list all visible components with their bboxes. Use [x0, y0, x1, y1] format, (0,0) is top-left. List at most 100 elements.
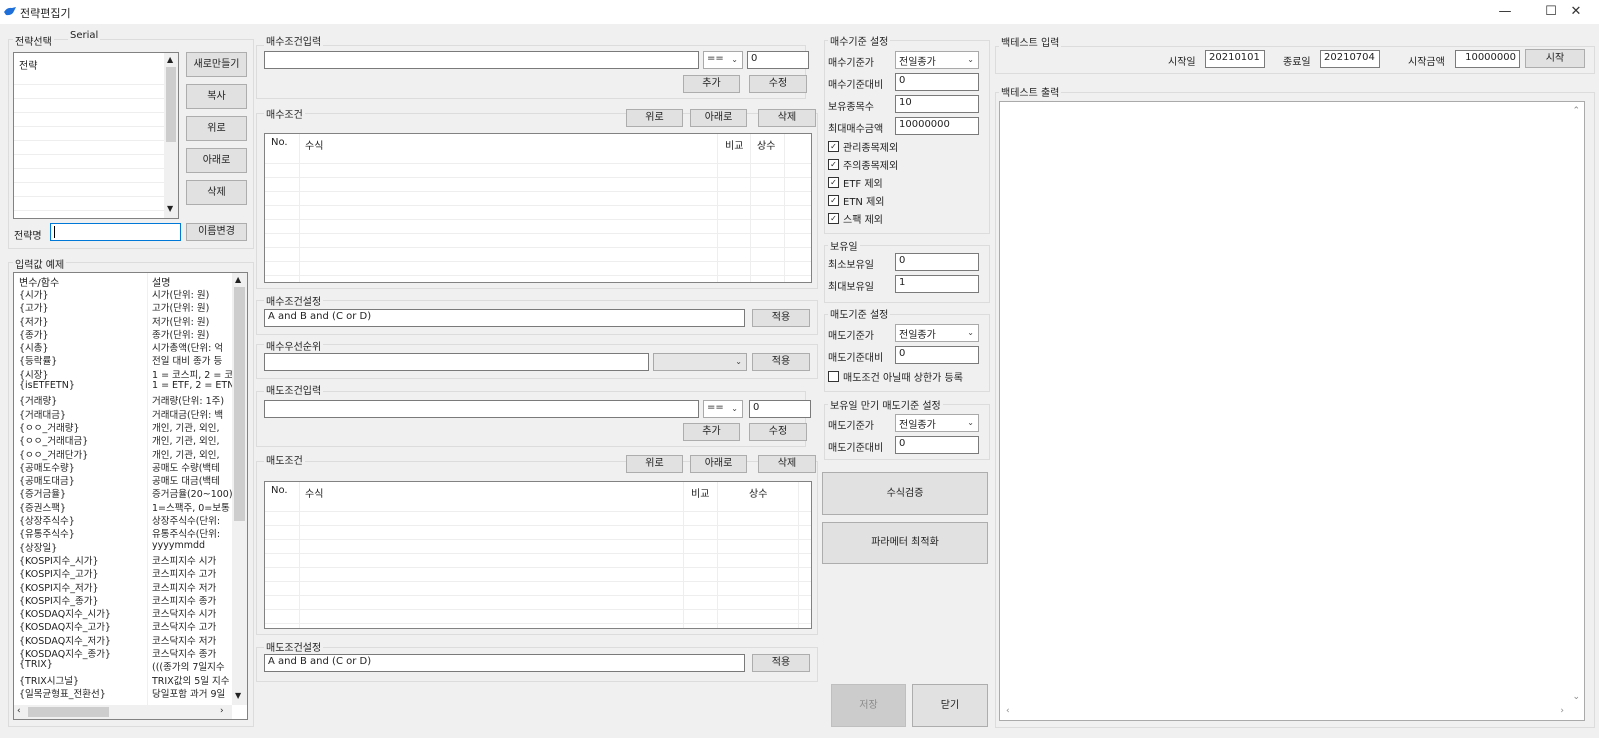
- buy-edit-button[interactable]: 수정: [749, 75, 807, 93]
- examples-vscrollbar[interactable]: ▲ ▼: [232, 273, 247, 705]
- table-row[interactable]: [265, 610, 811, 624]
- table-row[interactable]: [265, 262, 811, 276]
- close-button[interactable]: 닫기: [912, 684, 988, 727]
- sell-setting-input[interactable]: A and B and (C or D): [264, 654, 745, 672]
- buy-ratio-input[interactable]: 0: [895, 73, 979, 91]
- strategy-list[interactable]: 전략 ▲ ▼: [13, 52, 179, 219]
- table-row[interactable]: [265, 164, 811, 178]
- expiry-price-select[interactable]: 전일종가 ⌄: [895, 414, 979, 432]
- table-row[interactable]: {시장} 1 = 코스피, 2 = 코: [14, 367, 232, 381]
- upper-limit-checkbox[interactable]: [828, 371, 839, 382]
- buy-cond-delete-button[interactable]: 삭제: [758, 109, 816, 127]
- scroll-left-icon[interactable]: ‹: [1006, 706, 1010, 716]
- buy-expression-input[interactable]: [264, 51, 699, 69]
- table-row[interactable]: {isETFETN} 1 = ETF, 2 = ETN: [14, 380, 232, 393]
- scroll-thumb[interactable]: [28, 707, 109, 717]
- table-row[interactable]: {증권스팩} 1=스팩주, 0=보통: [14, 500, 232, 514]
- table-row[interactable]: {공매도대금} 공매도 대금(백테: [14, 473, 232, 487]
- sell-cond-down-button[interactable]: 아래로: [690, 455, 747, 473]
- list-item[interactable]: [14, 197, 164, 211]
- scroll-right-icon[interactable]: ›: [220, 706, 224, 716]
- table-row[interactable]: [265, 234, 811, 248]
- sell-edit-button[interactable]: 수정: [749, 423, 807, 441]
- scroll-left-icon[interactable]: ‹: [17, 706, 21, 716]
- table-row[interactable]: [265, 498, 811, 512]
- scroll-down-icon[interactable]: ▼: [167, 204, 173, 213]
- table-row[interactable]: {시총} 시가총액(단위: 억: [14, 340, 232, 354]
- scroll-down-icon[interactable]: ⌄: [1572, 692, 1580, 702]
- table-row[interactable]: {ㅇㅇ_거래대금} 개인, 기관, 외인,: [14, 433, 232, 447]
- list-item[interactable]: [14, 71, 164, 85]
- scroll-up-icon[interactable]: ⌃: [1572, 106, 1580, 116]
- sell-operator-select[interactable]: == ⌄: [703, 400, 743, 418]
- table-row[interactable]: {유통주식수} 유통주식수(단위:: [14, 526, 232, 540]
- table-row[interactable]: {종가} 종가(단위: 원): [14, 327, 232, 341]
- buy-priority-apply-button[interactable]: 적용: [752, 353, 810, 371]
- list-item[interactable]: [14, 169, 164, 183]
- table-row[interactable]: {ㅇㅇ_거래단가} 개인, 기관, 외인,: [14, 447, 232, 461]
- table-row[interactable]: [265, 150, 811, 164]
- buy-priority-select[interactable]: ⌄: [653, 353, 747, 371]
- exclude-etn-checkbox[interactable]: ✓: [828, 195, 839, 206]
- table-row[interactable]: [265, 512, 811, 526]
- new-strategy-button[interactable]: 새로만들기: [186, 52, 247, 77]
- list-item[interactable]: [14, 183, 164, 197]
- sell-cond-up-button[interactable]: 위로: [626, 455, 683, 473]
- table-row[interactable]: {증거금율} 증거금율(20~100): [14, 486, 232, 500]
- table-row[interactable]: {거래량} 거래량(단위: 1주): [14, 393, 232, 407]
- list-item[interactable]: [14, 211, 164, 218]
- table-row[interactable]: {KOSPI지수_시가} 코스피지수 시가: [14, 553, 232, 567]
- buy-const-input[interactable]: 0: [747, 51, 809, 69]
- start-date-input[interactable]: 20210101: [1205, 50, 1265, 68]
- list-item[interactable]: [14, 113, 164, 127]
- table-row[interactable]: [265, 568, 811, 582]
- table-row[interactable]: [265, 276, 811, 282]
- buy-add-button[interactable]: 추가: [683, 75, 740, 93]
- exclude-etf-checkbox[interactable]: ✓: [828, 177, 839, 188]
- table-row[interactable]: [265, 582, 811, 596]
- sell-ratio-input[interactable]: 0: [895, 346, 979, 364]
- buy-conditions-table[interactable]: No. 수식 비교 상수: [264, 133, 812, 283]
- table-row[interactable]: [265, 178, 811, 192]
- table-row[interactable]: {KOSPI지수_고가} 코스피지수 고가: [14, 566, 232, 580]
- table-row[interactable]: {KOSPI지수_종가} 코스피지수 종가: [14, 593, 232, 607]
- scroll-down-icon[interactable]: ▼: [235, 691, 241, 700]
- min-holding-input[interactable]: 0: [895, 253, 979, 271]
- move-down-button[interactable]: 아래로: [186, 148, 247, 173]
- backtest-output-area[interactable]: ⌃ ⌄ ‹ ›: [999, 101, 1585, 721]
- strategy-list-scrollbar[interactable]: ▲ ▼: [164, 53, 178, 218]
- scroll-thumb[interactable]: [234, 287, 245, 521]
- buy-operator-select[interactable]: == ⌄: [703, 51, 743, 69]
- table-row[interactable]: {저가} 저가(단위: 원): [14, 314, 232, 328]
- close-icon[interactable]: ✕: [1553, 0, 1599, 24]
- copy-strategy-button[interactable]: 복사: [186, 84, 247, 109]
- table-row[interactable]: [265, 248, 811, 262]
- table-row[interactable]: {ㅇㅇ_거래량} 개인, 기관, 외인,: [14, 420, 232, 434]
- buy-priority-input[interactable]: [264, 353, 649, 371]
- expiry-ratio-input[interactable]: 0: [895, 436, 979, 454]
- table-row[interactable]: [265, 596, 811, 610]
- buy-setting-apply-button[interactable]: 적용: [752, 309, 810, 327]
- holdings-count-input[interactable]: 10: [895, 95, 979, 113]
- rename-button[interactable]: 이름변경: [186, 223, 247, 241]
- buy-price-select[interactable]: 전일종가 ⌄: [895, 51, 979, 69]
- table-row[interactable]: {등락률} 전일 대비 종가 등: [14, 353, 232, 367]
- table-row[interactable]: {상장일} yyyymmdd: [14, 540, 232, 554]
- table-row[interactable]: {KOSDAQ지수_고가} 코스닥지수 고가: [14, 619, 232, 633]
- list-item[interactable]: [14, 155, 164, 169]
- optimize-params-button[interactable]: 파라메터 최적화: [822, 522, 988, 564]
- start-backtest-button[interactable]: 시작: [1525, 49, 1585, 68]
- table-row[interactable]: {시가} 시가(단위: 원): [14, 287, 232, 301]
- table-row[interactable]: [265, 206, 811, 220]
- buy-cond-down-button[interactable]: 아래로: [690, 109, 747, 127]
- list-item[interactable]: [14, 127, 164, 141]
- exclude-managed-checkbox[interactable]: ✓: [828, 141, 839, 152]
- exclude-caution-checkbox[interactable]: ✓: [828, 159, 839, 170]
- table-row[interactable]: [265, 540, 811, 554]
- save-button[interactable]: 저장: [831, 684, 906, 727]
- minimize-icon[interactable]: —: [1482, 0, 1528, 24]
- verify-formula-button[interactable]: 수식검증: [822, 472, 988, 515]
- table-row[interactable]: [265, 554, 811, 568]
- sell-expression-input[interactable]: [264, 400, 699, 418]
- table-row[interactable]: {일목균형표_전환선} 당일포함 과거 9일: [14, 686, 232, 700]
